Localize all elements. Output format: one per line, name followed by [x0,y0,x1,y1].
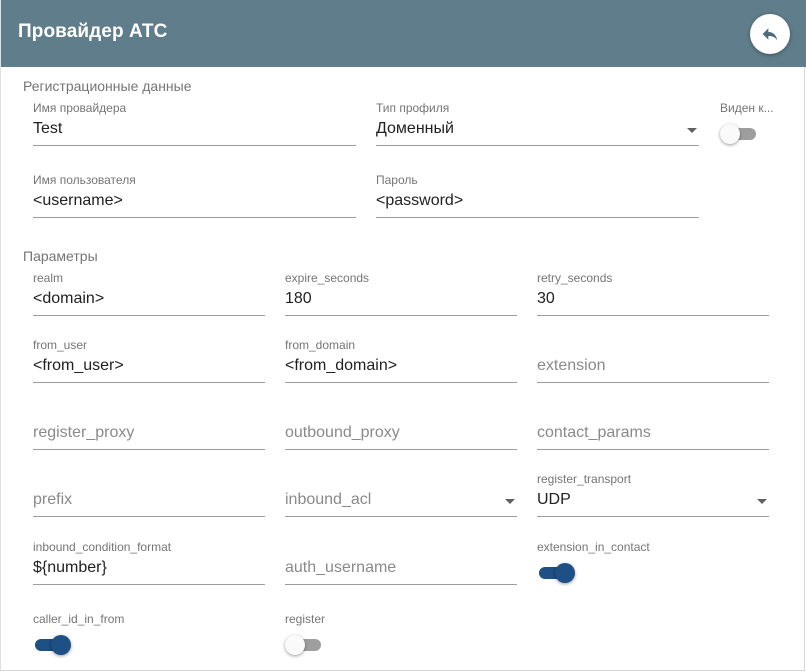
from-user-label: from_user [33,338,88,352]
register-proxy-placeholder: register_proxy [33,424,135,441]
profile-type-value: Доменный [376,120,454,137]
password-value: <password> [376,192,464,209]
expire-seconds-label: expire_seconds [285,271,370,285]
contact-params-placeholder: contact_params [537,424,651,441]
panel-header: Провайдер АТС [1,0,806,67]
register-proxy-field[interactable]: register_proxy [33,405,265,465]
prefix-placeholder: prefix [33,491,73,508]
from-user-value: <from_user> [33,357,124,374]
retry-seconds-label: retry_seconds [537,271,613,285]
profile-type-select[interactable]: Тип профиля Доменный [376,101,699,161]
register-transport-label: register_transport [537,472,632,486]
retry-seconds-field[interactable]: retry_seconds 30 [537,271,769,331]
username-value: <username> [33,192,123,209]
prefix-field[interactable]: prefix [33,472,265,532]
provider-name-label: Имя провайдера [33,101,127,115]
extension-in-contact-toggle[interactable] [535,561,575,585]
provider-panel: Провайдер АТС Регистрационные данные Имя… [0,0,806,671]
register-transport-value: UDP [537,491,571,508]
params-section-title: Параметры [23,248,98,264]
inbound-acl-placeholder: inbound_acl [285,491,372,508]
register-toggle[interactable] [285,633,325,657]
realm-value: <domain> [33,290,105,307]
dropdown-arrow-icon [687,128,697,133]
outbound-proxy-field[interactable]: outbound_proxy [285,405,517,465]
from-domain-label: from_domain [285,338,356,352]
register-toggle-label: register [285,612,326,626]
username-field[interactable]: Имя пользователя <username> [33,173,356,233]
visible-toggle-label: Виден к... [720,101,774,115]
password-label: Пароль [376,173,418,187]
caller-id-in-from-label: caller_id_in_from [33,612,125,626]
back-button[interactable] [750,14,790,54]
profile-type-label: Тип профиля [376,101,450,115]
expire-seconds-field[interactable]: expire_seconds 180 [285,271,517,331]
inbound-acl-select[interactable]: inbound_acl [285,472,517,532]
auth-username-placeholder: auth_username [285,559,397,576]
page-title: Провайдер АТС [18,21,168,42]
reply-arrow-icon [762,28,778,41]
expire-seconds-value: 180 [285,290,312,307]
inbound-condition-format-value: ${number} [33,559,107,576]
username-label: Имя пользователя [33,173,136,187]
auth-username-field[interactable]: auth_username [285,540,517,600]
outbound-proxy-placeholder: outbound_proxy [285,424,400,441]
from-user-field[interactable]: from_user <from_user> [33,338,265,398]
register-transport-select[interactable]: register_transport UDP [537,472,769,532]
registration-section-title: Регистрационные данные [23,78,192,94]
from-domain-field[interactable]: from_domain <from_domain> [285,338,517,398]
inbound-condition-format-field[interactable]: inbound_condition_format ${number} [33,540,265,600]
realm-field[interactable]: realm <domain> [33,271,265,331]
dropdown-arrow-icon [505,499,515,504]
inbound-condition-format-label: inbound_condition_format [33,540,172,554]
dropdown-arrow-icon [757,499,767,504]
retry-seconds-value: 30 [537,290,555,307]
provider-name-field[interactable]: Имя провайдера Test [33,101,356,161]
extension-placeholder: extension [537,357,606,374]
visible-toggle[interactable] [720,122,760,146]
contact-params-field[interactable]: contact_params [537,405,769,465]
provider-name-value: Test [33,120,63,137]
extension-in-contact-label: extension_in_contact [537,540,650,554]
extension-field[interactable]: extension [537,338,769,398]
caller-id-in-from-toggle[interactable] [31,633,71,657]
password-field[interactable]: Пароль <password> [376,173,699,233]
realm-label: realm [33,271,64,285]
from-domain-value: <from_domain> [285,357,398,374]
